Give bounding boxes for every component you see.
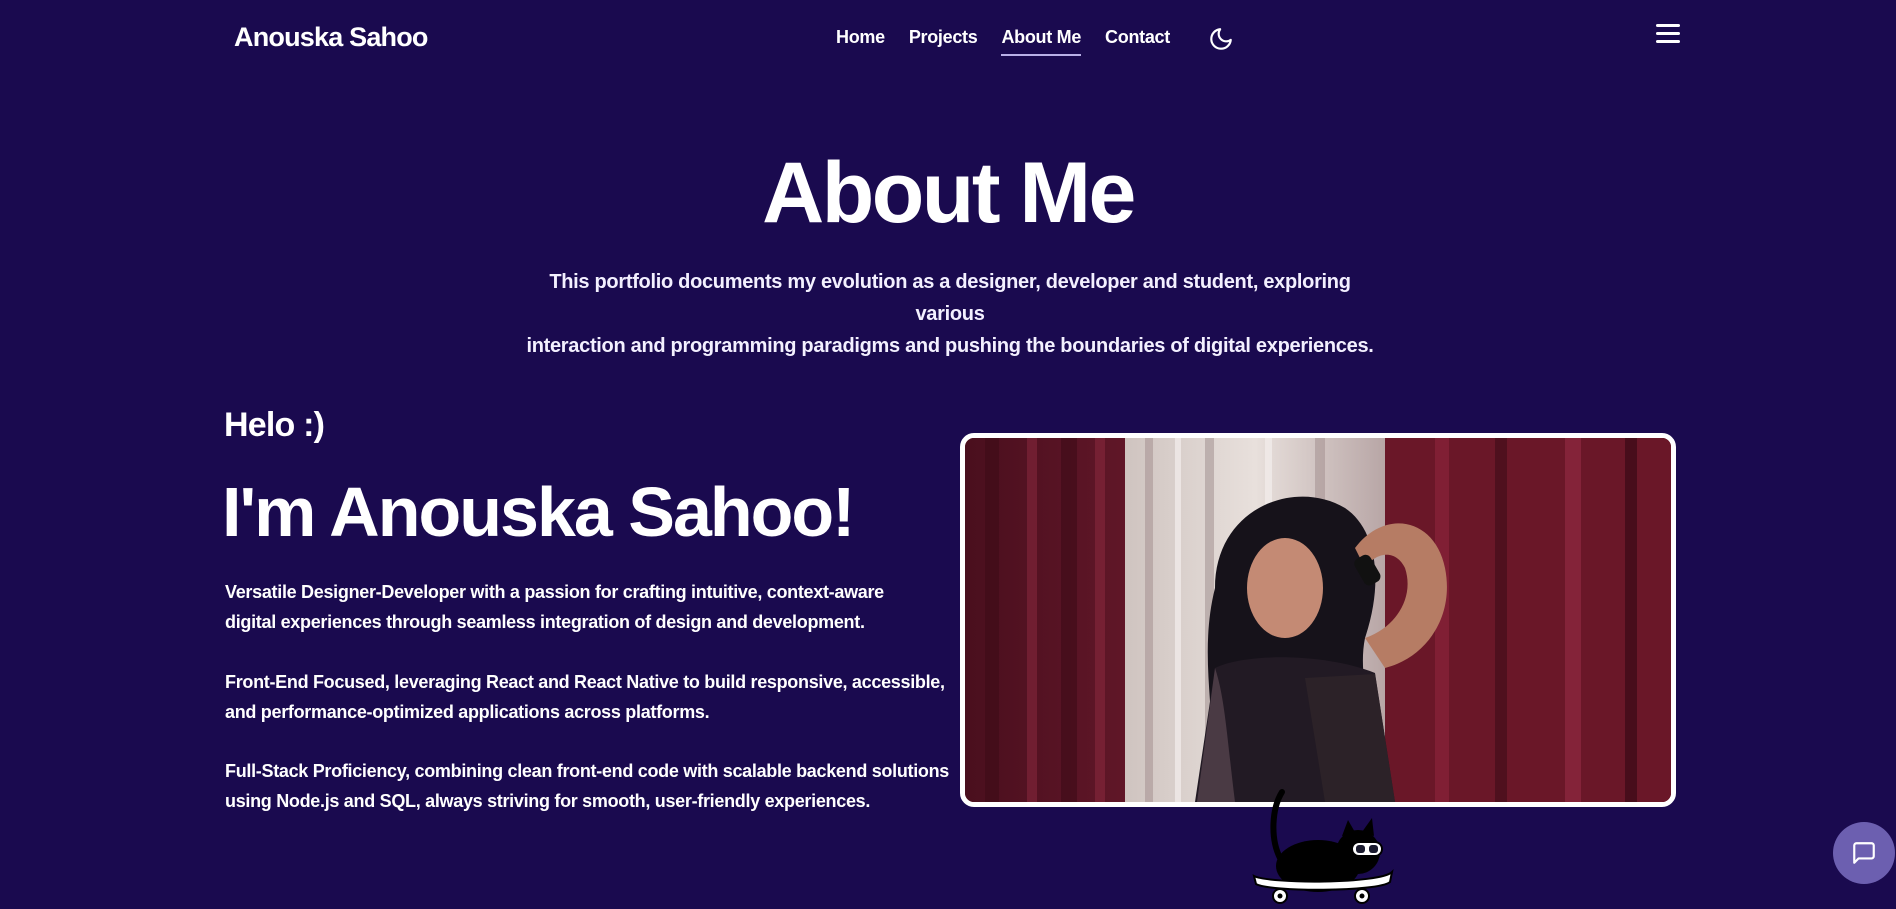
greeting: Helo :) (224, 406, 325, 444)
bio-line: Front-End Focused, leveraging React and … (225, 672, 945, 692)
bio-paragraph: Versatile Designer-Developer with a pass… (225, 577, 955, 637)
bio-line: digital experiences through seamless int… (225, 612, 865, 632)
name-heading: I'm Anouska Sahoo! (222, 473, 855, 551)
intro-line: interaction and programming paradigms an… (526, 335, 1374, 357)
nav-projects-link[interactable]: Projects (909, 27, 978, 56)
site-logo[interactable]: Anouska Sahoo (234, 22, 428, 53)
bio-line: and performance-optimized applications a… (225, 702, 710, 722)
bio-paragraph: Full-Stack Proficiency, combining clean … (225, 756, 955, 816)
nav-about-link[interactable]: About Me (1001, 27, 1081, 56)
profile-photo (960, 433, 1676, 807)
bio-line: Full-Stack Proficiency, combining clean … (225, 761, 950, 781)
chat-bubble-icon[interactable] (1833, 822, 1895, 884)
page-title: About Me (762, 145, 1136, 241)
hamburger-menu-icon[interactable] (1656, 24, 1684, 48)
nav-links: Home Projects About Me Contact (836, 27, 1170, 56)
bio-line: Versatile Designer-Developer with a pass… (225, 582, 884, 602)
nav-home-link[interactable]: Home (836, 27, 885, 56)
intro-line: This portfolio documents my evolution as… (549, 271, 1351, 325)
moon-icon[interactable] (1208, 26, 1234, 52)
bio-line: using Node.js and SQL, always striving f… (225, 791, 871, 811)
bio-paragraph: Front-End Focused, leveraging React and … (225, 667, 955, 727)
top-nav: Anouska Sahoo Home Projects About Me Con… (0, 0, 1896, 78)
cat-skateboard-icon (1250, 788, 1396, 906)
nav-contact-link[interactable]: Contact (1105, 27, 1170, 56)
intro-text: This portfolio documents my evolution as… (520, 266, 1380, 362)
